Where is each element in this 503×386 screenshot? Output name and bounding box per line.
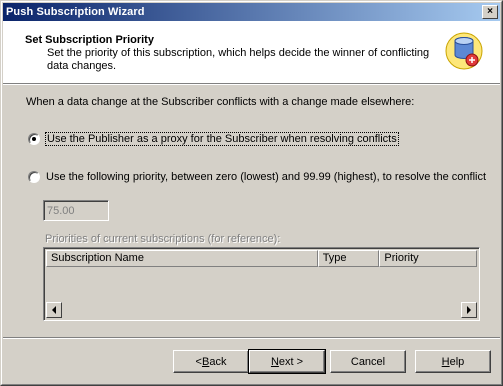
radio-proxy[interactable] <box>28 133 40 145</box>
radio-priority[interactable] <box>28 171 40 183</box>
help-button[interactable]: Help <box>415 350 491 373</box>
back-button-key: B <box>201 355 210 368</box>
column-priority[interactable]: Priority <box>379 250 477 267</box>
back-button[interactable]: < Back <box>173 350 249 373</box>
radio-priority-label: Use the following priority, between zero… <box>46 171 487 183</box>
help-button-suffix: elp <box>449 355 465 368</box>
footer-separator <box>3 337 500 339</box>
scroll-track[interactable] <box>62 302 461 318</box>
database-priority-icon <box>445 32 483 70</box>
title-bar[interactable]: Push Subscription Wizard × <box>3 3 500 21</box>
horizontal-scrollbar[interactable] <box>46 302 477 318</box>
page-title: Set Subscription Priority <box>25 34 154 46</box>
radio-proxy-option[interactable]: Use the Publisher as a proxy for the Sub… <box>28 132 399 146</box>
radio-priority-option[interactable]: Use the following priority, between zero… <box>28 171 486 183</box>
scroll-right-button[interactable] <box>461 302 477 318</box>
close-icon: × <box>487 6 493 17</box>
cancel-button[interactable]: Cancel <box>330 350 406 373</box>
scroll-left-button[interactable] <box>46 302 62 318</box>
header-separator <box>3 83 500 85</box>
column-subscription-name[interactable]: Subscription Name <box>46 250 318 267</box>
next-button[interactable]: Next > <box>248 349 326 374</box>
page-subtitle: Set the priority of this subscription, w… <box>47 47 430 72</box>
help-button-key: H <box>441 355 450 368</box>
arrow-left-icon <box>52 306 56 314</box>
back-button-suffix: ack <box>209 355 227 368</box>
list-header: Subscription Name Type Priority <box>46 250 477 267</box>
wizard-window: Push Subscription Wizard × Set Subscript… <box>0 0 503 386</box>
list-body <box>46 267 477 302</box>
cancel-button-label: Cancel <box>350 355 386 368</box>
next-button-suffix: ext > <box>278 355 304 368</box>
priority-input[interactable] <box>43 200 109 221</box>
close-button[interactable]: × <box>482 5 498 19</box>
radio-proxy-label: Use the Publisher as a proxy for the Sub… <box>45 132 399 146</box>
wizard-header: Set Subscription Priority Set the priori… <box>3 21 500 83</box>
priorities-reference-label: Priorities of current subscriptions (for… <box>45 233 281 245</box>
arrow-right-icon <box>467 306 471 314</box>
intro-text: When a data change at the Subscriber con… <box>26 96 415 108</box>
window-title: Push Subscription Wizard <box>6 6 145 18</box>
subscriptions-list[interactable]: Subscription Name Type Priority <box>43 247 480 321</box>
next-button-key: N <box>270 355 279 368</box>
column-type[interactable]: Type <box>317 250 380 267</box>
